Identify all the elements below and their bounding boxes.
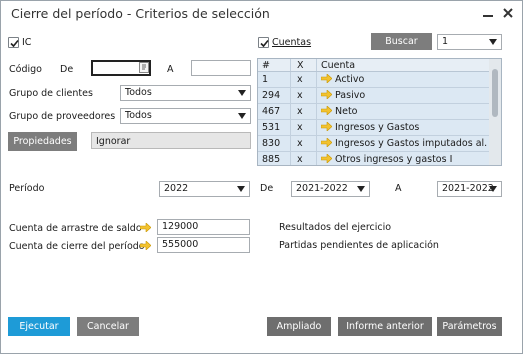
cell-num: 885 [258, 152, 291, 165]
informe-anterior-button[interactable]: Informe anterior [338, 317, 432, 336]
scrollbar-thumb[interactable] [492, 69, 498, 117]
codigo-de-label: De [60, 64, 74, 75]
table-header: # X Cuenta [258, 59, 501, 72]
cuenta-name: Activo [335, 74, 365, 85]
cuentas-checkbox[interactable] [258, 37, 269, 48]
periodo-de-label: De [260, 183, 274, 194]
propiedades-button[interactable]: Propiedades [8, 132, 77, 151]
chevron-down-icon [489, 39, 497, 45]
table-row[interactable]: 467 x Neto [258, 104, 501, 120]
cell-x: x [291, 120, 317, 135]
cell-x: x [291, 152, 317, 165]
grupo-clientes-value: Todos [125, 87, 152, 98]
window-title: Cierre del período - Criterios de selecc… [11, 6, 270, 21]
cell-cuenta: Pasivo [317, 88, 487, 103]
chevron-down-icon [237, 186, 245, 192]
column-header-cuenta: Cuenta [321, 60, 356, 71]
periodo-a-select[interactable]: 2021-2022 [437, 181, 502, 197]
cell-cuenta: Neto [317, 104, 487, 119]
cell-num: 467 [258, 104, 291, 119]
arrastre-description: Resultados del ejercicio [279, 222, 392, 233]
buscar-button[interactable]: Buscar [371, 33, 432, 50]
chevron-down-icon [357, 186, 365, 192]
link-arrow-icon[interactable] [321, 122, 332, 131]
arrastre-label: Cuenta de arrastre de saldo [9, 223, 142, 234]
table-row[interactable]: 830 x Ingresos y Gastos imputados al... [258, 136, 501, 152]
cuentas-label: Cuentas [272, 37, 312, 48]
link-arrow-icon[interactable] [321, 74, 332, 83]
cell-x: x [291, 104, 317, 119]
cell-num: 531 [258, 120, 291, 135]
chevron-down-icon [489, 186, 497, 192]
periodo-label: Período [9, 183, 45, 194]
periodo-a-value: 2021-2022 [442, 183, 494, 194]
link-arrow-icon[interactable] [321, 106, 332, 115]
grupo-proveedores-select[interactable]: Todos [120, 108, 251, 124]
codigo-to-input[interactable] [191, 60, 251, 76]
column-header-x: X [291, 59, 317, 71]
cuenta-name: Ingresos y Gastos imputados al... [335, 138, 487, 149]
arrastre-input[interactable]: 129000 [157, 219, 250, 235]
column-header-num: # [258, 59, 291, 71]
cuenta-name: Ingresos y Gastos [335, 122, 420, 133]
dialog-window: Cierre del período - Criterios de selecc… [0, 0, 523, 354]
ignorar-field: Ignorar [91, 132, 251, 149]
table-row[interactable]: 294 x Pasivo [258, 88, 501, 104]
cancelar-button[interactable]: Cancelar [77, 317, 139, 336]
grupo-proveedores-value: Todos [125, 110, 152, 121]
cuenta-name: Otros ingresos y gastos I [335, 154, 453, 165]
parametros-button[interactable]: Parámetros [437, 317, 502, 336]
link-arrow-icon[interactable] [140, 223, 151, 232]
minimize-icon[interactable] [481, 6, 495, 20]
periodo-select[interactable]: 2022 [159, 181, 250, 197]
close-icon[interactable] [501, 6, 515, 20]
cierre-input[interactable]: 555000 [157, 237, 250, 253]
cell-num: 830 [258, 136, 291, 151]
lookup-icon[interactable] [139, 62, 149, 73]
link-arrow-icon[interactable] [321, 138, 332, 147]
cuentas-table: # X Cuenta 1 x Activo 294 x Pasivo 467 x… [257, 58, 502, 166]
table-scrollbar[interactable] [489, 59, 501, 165]
grupo-proveedores-label: Grupo de proveedores [9, 111, 116, 122]
periodo-value: 2022 [164, 183, 189, 194]
periodo-a-label: A [395, 183, 402, 194]
grupo-clientes-select[interactable]: Todos [120, 85, 251, 101]
buscar-select[interactable]: 1 [437, 34, 502, 50]
cell-num: 1 [258, 72, 291, 87]
cell-cuenta: Otros ingresos y gastos I [317, 152, 487, 165]
cierre-description: Partidas pendientes de aplicación [279, 240, 439, 251]
cuenta-name: Neto [335, 106, 358, 117]
grupo-clientes-label: Grupo de clientes [9, 88, 93, 99]
cell-cuenta: Ingresos y Gastos [317, 120, 487, 135]
cuenta-name: Pasivo [335, 90, 366, 101]
table-row[interactable]: 531 x Ingresos y Gastos [258, 120, 501, 136]
cell-cuenta: Ingresos y Gastos imputados al... [317, 136, 487, 151]
codigo-a-label: A [167, 64, 174, 75]
link-arrow-icon[interactable] [140, 241, 151, 250]
cierre-label: Cuenta de cierre del período [9, 241, 145, 252]
codigo-label: Código [9, 64, 42, 75]
ejecutar-button[interactable]: Ejecutar [8, 317, 70, 336]
chevron-down-icon [238, 90, 246, 96]
buscar-select-value: 1 [442, 36, 449, 47]
cell-x: x [291, 136, 317, 151]
cell-x: x [291, 72, 317, 87]
periodo-de-select[interactable]: 2021-2022 [291, 181, 370, 197]
ampliado-button[interactable]: Ampliado [267, 317, 331, 336]
ic-checkbox[interactable] [8, 37, 19, 48]
periodo-de-value: 2021-2022 [296, 183, 348, 194]
cell-x: x [291, 88, 317, 103]
link-arrow-icon[interactable] [321, 154, 332, 163]
cell-num: 294 [258, 88, 291, 103]
table-row[interactable]: 1 x Activo [258, 72, 501, 88]
chevron-down-icon [238, 113, 246, 119]
ic-label: IC [22, 37, 32, 48]
link-arrow-icon[interactable] [321, 90, 332, 99]
cell-cuenta: Activo [317, 72, 487, 87]
table-row[interactable]: 885 x Otros ingresos y gastos I [258, 152, 501, 165]
